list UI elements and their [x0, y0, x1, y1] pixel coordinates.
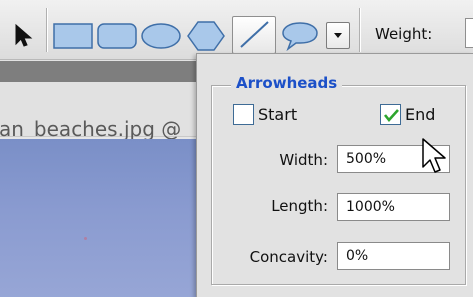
canvas-speck	[84, 237, 87, 240]
rounded-rectangle-icon[interactable]	[96, 21, 138, 51]
start-checkbox[interactable]	[233, 104, 254, 125]
length-label: Length:	[271, 197, 328, 215]
ellipse-icon[interactable]	[140, 21, 182, 51]
length-input[interactable]: 1000%	[337, 193, 450, 221]
concavity-input[interactable]: 0%	[337, 242, 450, 270]
rectangle-icon[interactable]	[52, 21, 94, 51]
start-label[interactable]: Start	[258, 105, 297, 124]
end-checkbox[interactable]	[380, 104, 401, 125]
polygon-icon[interactable]	[184, 19, 228, 53]
arrowheads-legend: Arrowheads	[231, 74, 343, 92]
concavity-label: Concavity:	[249, 248, 328, 266]
weight-input[interactable]	[465, 18, 473, 48]
shape-dropdown-button[interactable]	[326, 22, 350, 49]
line-icon[interactable]	[232, 16, 276, 54]
checkmark-icon	[383, 109, 399, 123]
weight-label: Weight:	[375, 25, 433, 43]
end-label[interactable]: End	[405, 105, 435, 124]
document-title: an_beaches.jpg @	[0, 117, 182, 141]
chevron-down-icon	[334, 33, 342, 38]
width-label: Width:	[279, 151, 328, 169]
speech-bubble-icon[interactable]	[280, 19, 320, 52]
arrowheads-panel: Arrowheads Start End Width: 500% Length:…	[196, 53, 473, 297]
options-toolbar: Weight:	[0, 0, 473, 60]
mouse-pointer-icon	[420, 137, 450, 177]
select-arrow-icon[interactable]	[10, 22, 40, 48]
